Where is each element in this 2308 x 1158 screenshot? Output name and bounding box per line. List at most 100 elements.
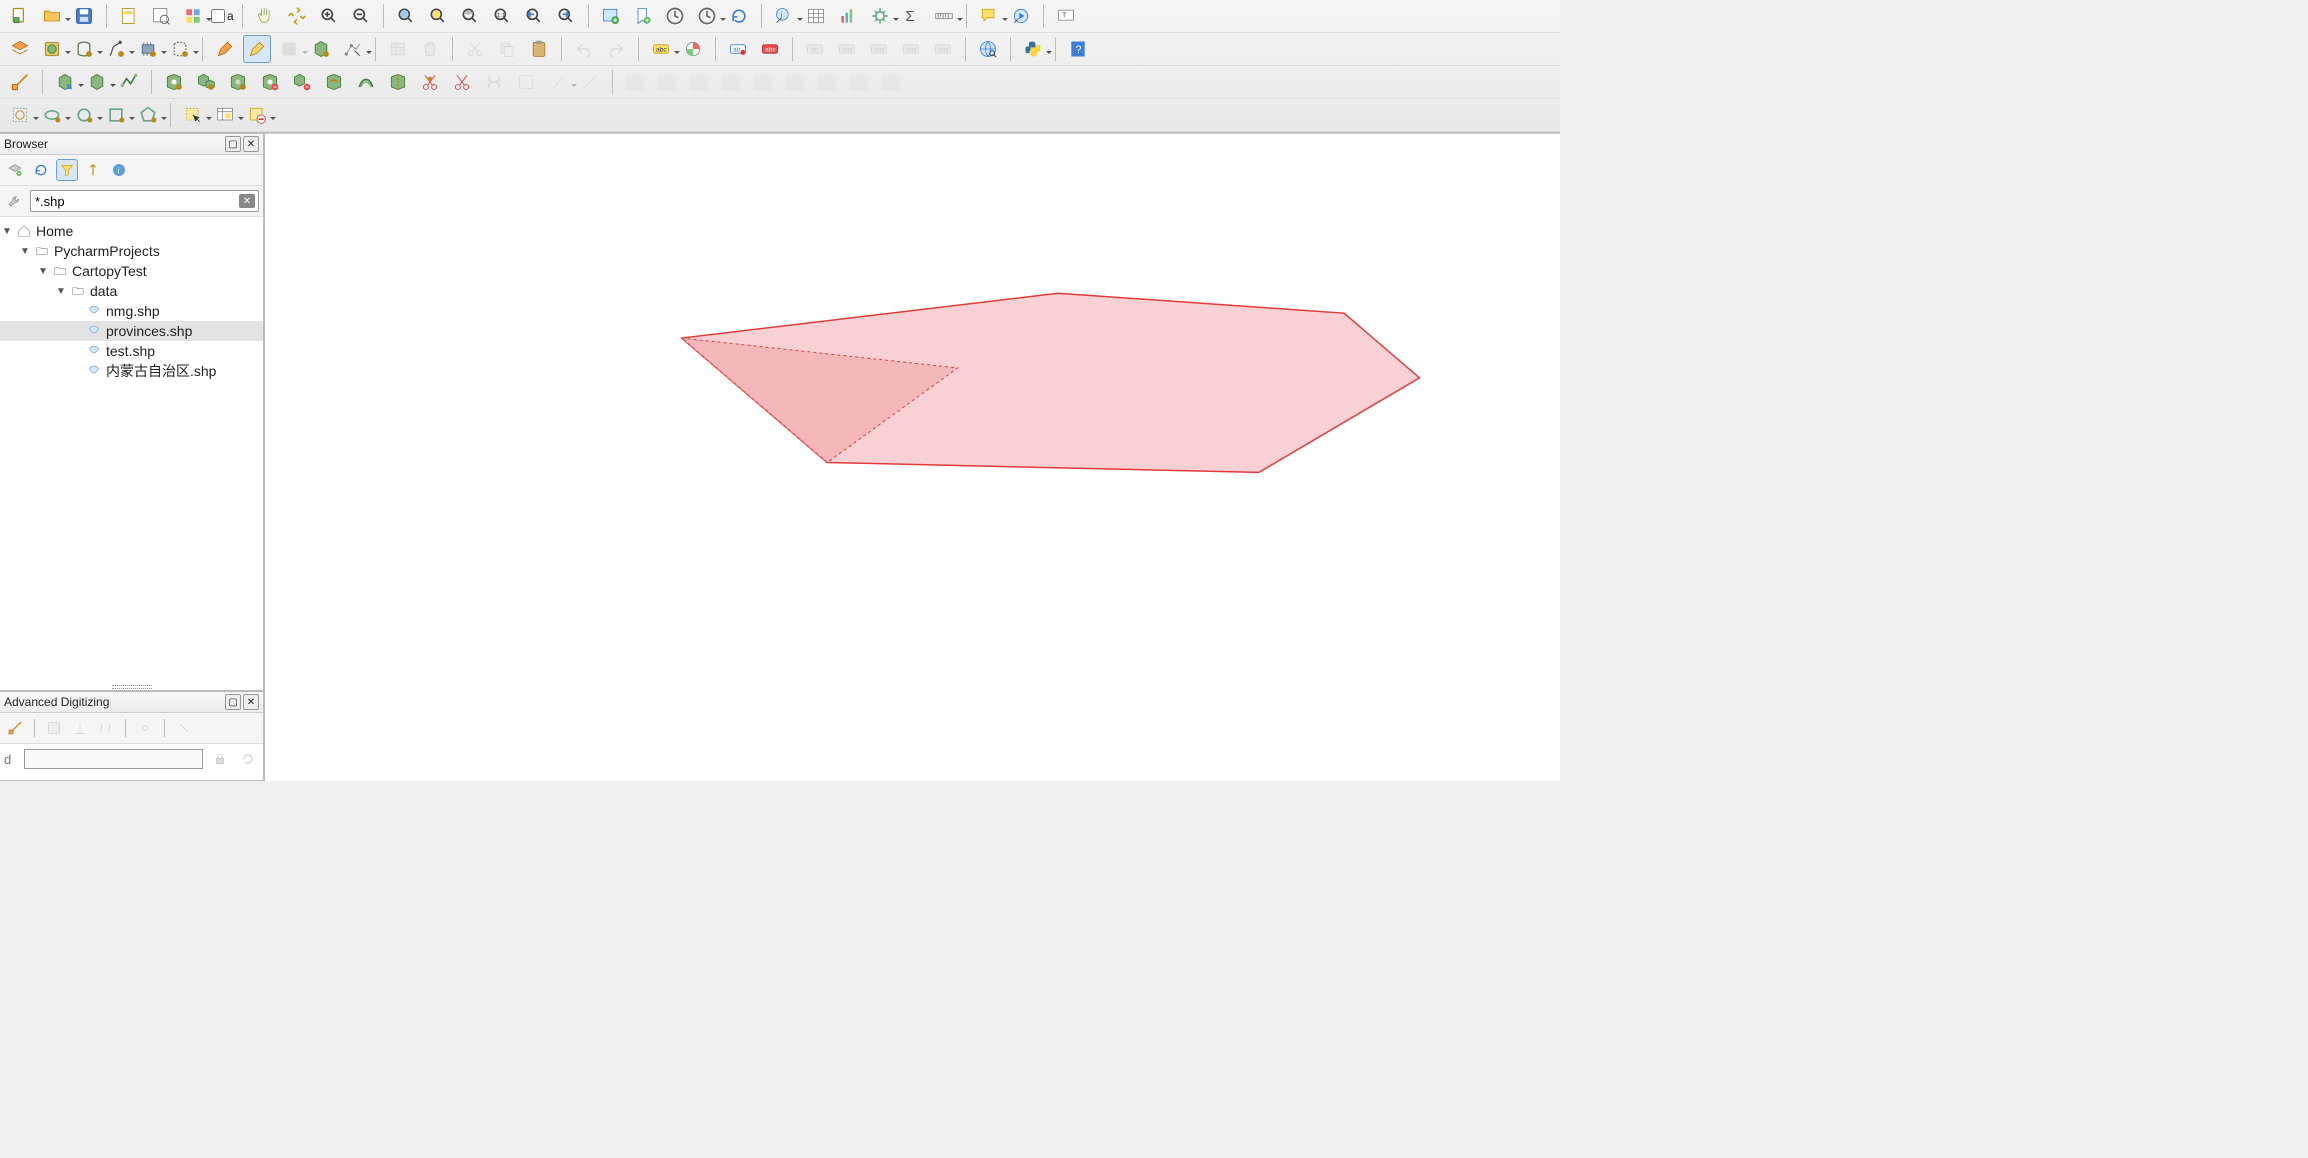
- text-annotation-button[interactable]: T: [1052, 2, 1080, 30]
- tree-file-provinces[interactable]: provinces.shp: [0, 321, 263, 341]
- expander-icon[interactable]: [20, 246, 30, 257]
- shape-polygon-button[interactable]: [134, 101, 162, 129]
- rotate-feature-button[interactable]: [83, 68, 111, 96]
- new-print-layout-button[interactable]: [115, 2, 143, 30]
- label-button[interactable]: abc: [647, 35, 675, 63]
- tree-pycharmprojects[interactable]: PycharmProjects: [0, 241, 263, 261]
- zoom-full-button[interactable]: [392, 2, 420, 30]
- python-console-button[interactable]: [1019, 35, 1047, 63]
- metasearch-button[interactable]: [974, 35, 1002, 63]
- offset-curve-button[interactable]: [352, 68, 380, 96]
- new-memory-button[interactable]: [134, 35, 162, 63]
- simplify-button[interactable]: [115, 68, 143, 96]
- browser-undock-button[interactable]: ▢: [225, 136, 241, 152]
- refresh-browser-button[interactable]: [30, 159, 52, 181]
- clear-filter-button[interactable]: ✕: [239, 194, 255, 208]
- adv-undock-button[interactable]: ▢: [225, 694, 241, 710]
- cad-enable-button[interactable]: [4, 717, 26, 739]
- shape-regular-button[interactable]: [102, 101, 130, 129]
- vertex-tool-button[interactable]: [339, 35, 367, 63]
- deselect-button[interactable]: [243, 101, 271, 129]
- zoom-next-button[interactable]: [552, 2, 580, 30]
- layout-manager-button[interactable]: [147, 2, 175, 30]
- diagram-button[interactable]: [679, 35, 707, 63]
- tree-home[interactable]: Home: [0, 221, 263, 241]
- properties-button[interactable]: i: [108, 159, 130, 181]
- pan-tool-button[interactable]: [251, 2, 279, 30]
- shape-ellipse-button[interactable]: [38, 101, 66, 129]
- move-feature-button[interactable]: [51, 68, 79, 96]
- filter-browser-button[interactable]: [56, 159, 78, 181]
- browser-close-button[interactable]: ✕: [243, 136, 259, 152]
- pan-to-selection-button[interactable]: [283, 2, 311, 30]
- help-button[interactable]: ?: [1064, 35, 1092, 63]
- add-polygon-button[interactable]: [307, 35, 335, 63]
- add-vector-layer-button[interactable]: [6, 35, 34, 63]
- tree-data[interactable]: data: [0, 281, 263, 301]
- wrench-icon[interactable]: [4, 190, 26, 212]
- attributes-table-button[interactable]: [802, 2, 830, 30]
- merge-features-button[interactable]: [448, 68, 476, 96]
- current-edits-button[interactable]: [211, 35, 239, 63]
- advanced-digitizing-toggle-button[interactable]: [6, 68, 34, 96]
- tree-file-test[interactable]: test.shp: [0, 341, 263, 361]
- panel-resize-grip[interactable]: [0, 684, 263, 690]
- new-virtual-button[interactable]: [166, 35, 194, 63]
- pin-label-button[interactable]: abc: [756, 35, 784, 63]
- tree-file-nmg[interactable]: nmg.shp: [0, 301, 263, 321]
- expander-icon[interactable]: [2, 226, 12, 237]
- map-tips-button[interactable]: [975, 2, 1003, 30]
- browser-filter-input[interactable]: [30, 190, 259, 212]
- temporal-button[interactable]: [693, 2, 721, 30]
- zoom-to-selection-button[interactable]: [424, 2, 452, 30]
- show-bookmarks-button[interactable]: [661, 2, 689, 30]
- new-map-view-button[interactable]: [597, 2, 625, 30]
- run-action-button[interactable]: [1007, 2, 1035, 30]
- statistics-button[interactable]: [834, 2, 862, 30]
- tree-cartopytest[interactable]: CartopyTest: [0, 261, 263, 281]
- zoom-out-button[interactable]: [347, 2, 375, 30]
- fill-ring-button[interactable]: [224, 68, 252, 96]
- toggle-editing-button[interactable]: [243, 35, 271, 63]
- paste-button[interactable]: [525, 35, 553, 63]
- new-spatialite-button[interactable]: [102, 35, 130, 63]
- field-calc-sum-button[interactable]: Σ: [898, 2, 926, 30]
- adv-close-button[interactable]: ✕: [243, 694, 259, 710]
- measure-button[interactable]: [930, 2, 958, 30]
- processing-settings-button[interactable]: [866, 2, 894, 30]
- highlight-label-button[interactable]: ab: [724, 35, 752, 63]
- map-canvas[interactable]: [265, 133, 1560, 781]
- zoom-in-button[interactable]: [315, 2, 343, 30]
- style-manager-button[interactable]: [179, 2, 207, 30]
- add-layer-icon[interactable]: [4, 159, 26, 181]
- new-geopackage-button[interactable]: [38, 35, 66, 63]
- add-part-button[interactable]: [192, 68, 220, 96]
- split-features-button[interactable]: [384, 68, 412, 96]
- delete-ring-button[interactable]: [256, 68, 284, 96]
- zoom-last-button[interactable]: [520, 2, 548, 30]
- delete-selected-button: [416, 35, 444, 63]
- split-parts-button[interactable]: [416, 68, 444, 96]
- new-bookmark-button[interactable]: [629, 2, 657, 30]
- shape-circle-button[interactable]: [6, 101, 34, 129]
- expander-icon[interactable]: [56, 286, 66, 297]
- select-features-button[interactable]: [179, 101, 207, 129]
- tree-file-neimenggu[interactable]: 内蒙古自治区.shp: [0, 361, 263, 381]
- zoom-to-layer-button[interactable]: [456, 2, 484, 30]
- shape-rect-button[interactable]: [70, 101, 98, 129]
- label-visibility-checkbox[interactable]: [211, 9, 225, 23]
- collapse-all-button[interactable]: [82, 159, 104, 181]
- expander-icon[interactable]: [38, 266, 48, 277]
- open-project-button[interactable]: [38, 2, 66, 30]
- zoom-native-button[interactable]: 1:1: [488, 2, 516, 30]
- identify-button[interactable]: i: [770, 2, 798, 30]
- select-by-expr-button[interactable]: [211, 101, 239, 129]
- refresh-button[interactable]: [725, 2, 753, 30]
- delete-part-button[interactable]: [288, 68, 316, 96]
- add-ring-button[interactable]: [160, 68, 188, 96]
- save-project-button[interactable]: [70, 2, 98, 30]
- browser-tree[interactable]: Home PycharmProjects CartopyTest data: [0, 217, 263, 684]
- new-shapefile-button[interactable]: [70, 35, 98, 63]
- reshape-button[interactable]: [320, 68, 348, 96]
- new-project-button[interactable]: [6, 2, 34, 30]
